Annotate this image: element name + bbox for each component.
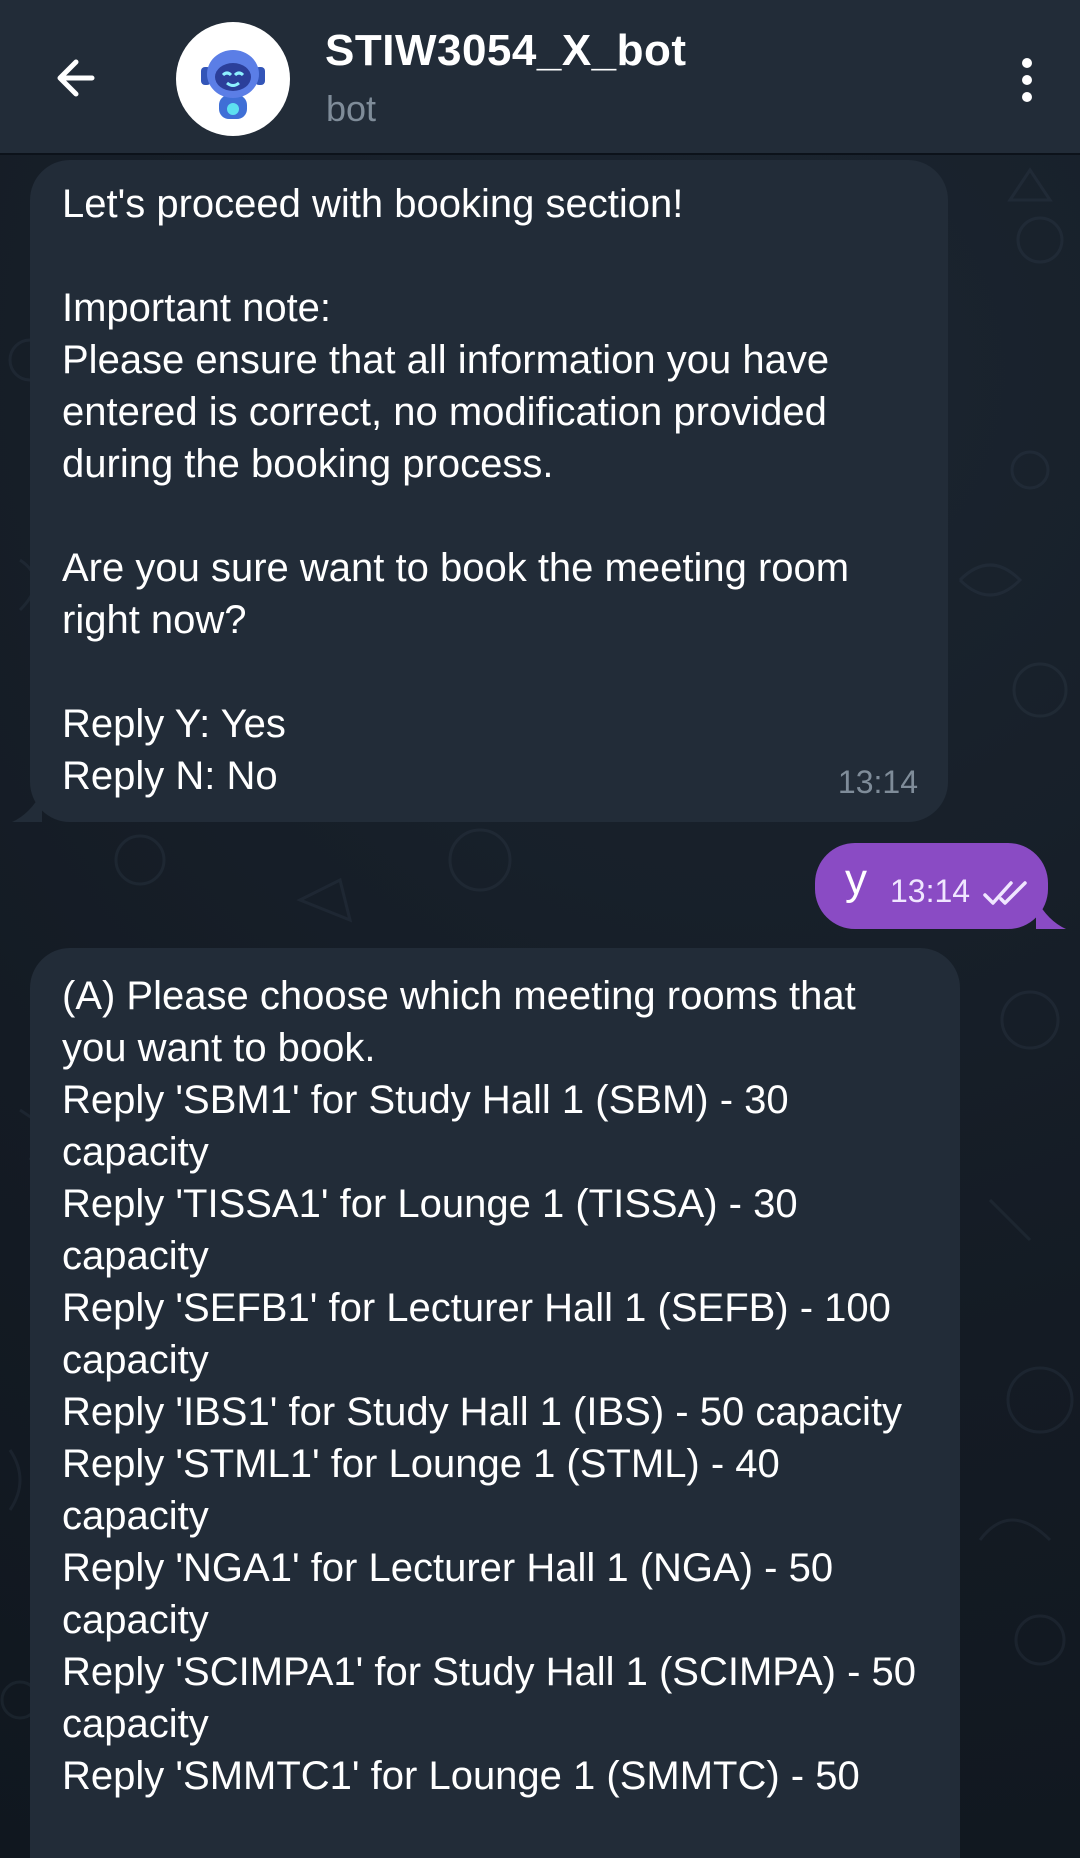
read-double-check-icon [983,881,1027,905]
chat-header: STIW3054_X_bot bot [0,0,1080,155]
more-vertical-icon [1022,58,1032,102]
arrow-left-icon [57,59,95,97]
message-text: (A) Please choose which meeting rooms th… [62,974,917,1798]
robot-avatar-icon [183,29,283,129]
message-time: 13:14 [837,764,918,800]
more-menu-button[interactable] [1002,50,1052,110]
chat-title[interactable]: STIW3054_X_bot [325,26,687,76]
incoming-message[interactable]: Let's proceed with booking section! Impo… [12,160,948,822]
outgoing-message[interactable]: y 13:14 [815,843,1066,929]
message-text: y [845,855,867,904]
chat-screen: STIW3054_X_bot bot Let's proceed with bo… [0,0,1080,1858]
bot-avatar[interactable] [176,22,290,136]
bubble-tail [1036,899,1066,929]
bubble-tail [12,792,42,822]
chat-subtitle: bot [326,88,377,129]
back-button[interactable] [44,46,108,110]
message-text: Let's proceed with booking section! Impo… [62,182,850,798]
message-time: 13:14 [890,873,971,909]
incoming-message[interactable]: (A) Please choose which meeting rooms th… [30,948,960,1858]
